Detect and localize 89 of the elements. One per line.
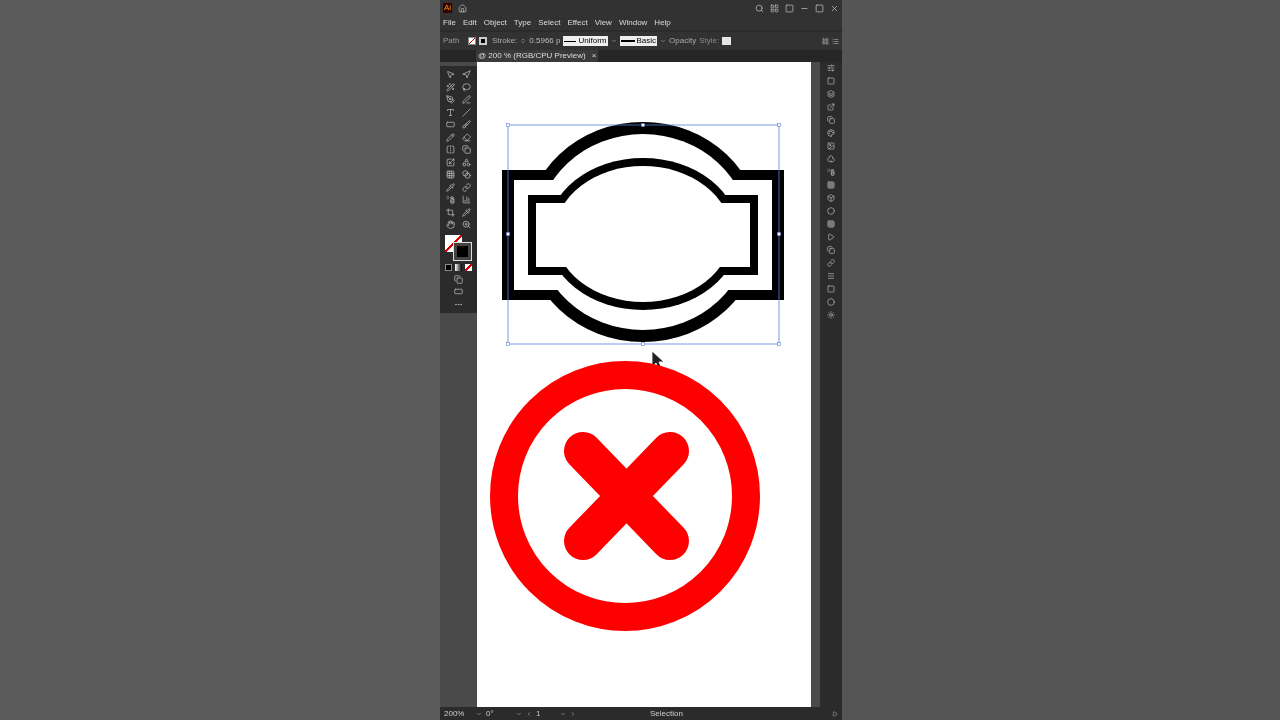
caret-icon[interactable]	[476, 710, 482, 717]
panel-icon[interactable]	[827, 103, 835, 111]
tool-icon[interactable]	[462, 195, 471, 204]
gradient-mode-button[interactable]	[455, 264, 462, 271]
panel-icon[interactable]	[827, 194, 835, 202]
panel-icon[interactable]	[827, 220, 835, 228]
previous-icon[interactable]	[526, 710, 532, 717]
caret-icon[interactable]	[516, 710, 522, 717]
menu-item[interactable]: Help	[654, 19, 671, 27]
panel-icon[interactable]	[827, 272, 835, 280]
menu-item[interactable]: Window	[618, 19, 648, 27]
menu-item[interactable]: Effect	[567, 19, 588, 27]
panel-icon[interactable]	[827, 116, 835, 124]
panel-icon[interactable]	[827, 168, 835, 176]
panel-icon[interactable]	[827, 129, 835, 137]
menu-icon[interactable]	[832, 37, 839, 45]
tool-icon[interactable]	[462, 157, 471, 167]
grid-icon[interactable]	[822, 37, 829, 45]
tool-icon[interactable]	[446, 220, 455, 229]
menu-item[interactable]: Object	[483, 19, 507, 27]
zoom-field[interactable]: 200%	[444, 707, 472, 720]
tool-icon[interactable]	[446, 170, 455, 179]
caret-icon[interactable]	[560, 710, 566, 717]
stroke-swatch[interactable]	[479, 37, 487, 45]
tool-icon[interactable]	[462, 182, 471, 192]
workspace-icon[interactable]	[770, 3, 779, 13]
panel-icon[interactable]	[827, 181, 835, 189]
tool-icon[interactable]	[462, 145, 471, 154]
maximize-icon[interactable]	[815, 3, 824, 13]
tool-icon[interactable]	[446, 95, 455, 104]
tool-icon[interactable]	[446, 207, 455, 217]
next-icon[interactable]	[570, 710, 576, 717]
opacity-link[interactable]: Opacity	[669, 35, 697, 47]
tool-icon[interactable]	[462, 120, 471, 129]
panel-icon[interactable]	[827, 90, 835, 98]
none-mode-button[interactable]	[465, 264, 472, 271]
menu-item[interactable]: File	[443, 19, 456, 27]
tool-icon[interactable]	[446, 157, 455, 167]
menu-item[interactable]: Type	[513, 19, 532, 27]
tool-icon[interactable]	[462, 82, 471, 92]
draw-mode-icon[interactable]	[454, 274, 463, 284]
panel-layout-icon[interactable]	[785, 3, 794, 13]
stroke-weight-field[interactable]: 0.5966 p	[529, 35, 561, 47]
screen-mode-icon[interactable]	[454, 287, 463, 296]
tool-icon[interactable]	[462, 170, 471, 179]
caret-icon[interactable]	[610, 38, 617, 44]
tool-icon[interactable]	[446, 195, 455, 204]
panel-icon[interactable]	[827, 155, 835, 163]
selection-label: Path	[443, 35, 461, 47]
color-mode-button[interactable]	[445, 264, 452, 271]
search-icon[interactable]	[755, 3, 764, 13]
fill-swatch[interactable]	[468, 37, 476, 45]
tool-icon[interactable]	[446, 145, 455, 154]
tool-icon[interactable]	[446, 132, 455, 142]
panel-icon[interactable]	[827, 64, 835, 72]
artboard-field[interactable]: 1	[536, 707, 556, 720]
menu-item[interactable]: Edit	[462, 19, 477, 27]
close-icon[interactable]	[830, 3, 839, 13]
tool-icon[interactable]	[446, 182, 455, 192]
document-tab-title: @ 200 % (RGB/CPU Preview)	[478, 52, 586, 60]
tool-icon[interactable]	[462, 220, 471, 229]
tab-close-button[interactable]: ×	[591, 52, 597, 60]
tool-icon[interactable]	[462, 207, 471, 217]
app-logo: Ai	[443, 3, 453, 13]
panel-icon[interactable]	[827, 233, 835, 241]
home-icon[interactable]	[458, 3, 468, 13]
brush-dropdown[interactable]: Basic	[619, 36, 658, 46]
menu-item[interactable]: Select	[538, 19, 561, 27]
tool-icon[interactable]	[446, 82, 455, 92]
menu-item[interactable]: View	[594, 19, 612, 27]
panel-icon[interactable]	[827, 142, 835, 150]
tool-icon[interactable]	[462, 95, 471, 104]
panel-icon[interactable]	[827, 259, 835, 267]
rotation-field[interactable]: 0°	[486, 707, 512, 720]
fill-stroke-swatches[interactable]	[444, 234, 473, 261]
caret-icon[interactable]	[660, 38, 667, 44]
profile-dropdown[interactable]: Uniform	[563, 36, 608, 46]
style-label: Style:	[699, 35, 720, 47]
tool-icon[interactable]	[446, 107, 455, 117]
tool-icon[interactable]	[462, 132, 471, 142]
current-tool-label: Selection	[650, 707, 683, 720]
panel-icon[interactable]	[827, 207, 835, 215]
play-icon[interactable]	[832, 710, 838, 717]
panel-icon[interactable]	[827, 246, 835, 254]
stroke-label: Stroke:	[492, 35, 518, 47]
panel-icon[interactable]	[827, 77, 835, 85]
panel-icon[interactable]	[827, 311, 835, 319]
style-swatch[interactable]	[722, 37, 732, 45]
document-tab[interactable]: @ 200 % (RGB/CPU Preview) ×	[476, 50, 599, 62]
